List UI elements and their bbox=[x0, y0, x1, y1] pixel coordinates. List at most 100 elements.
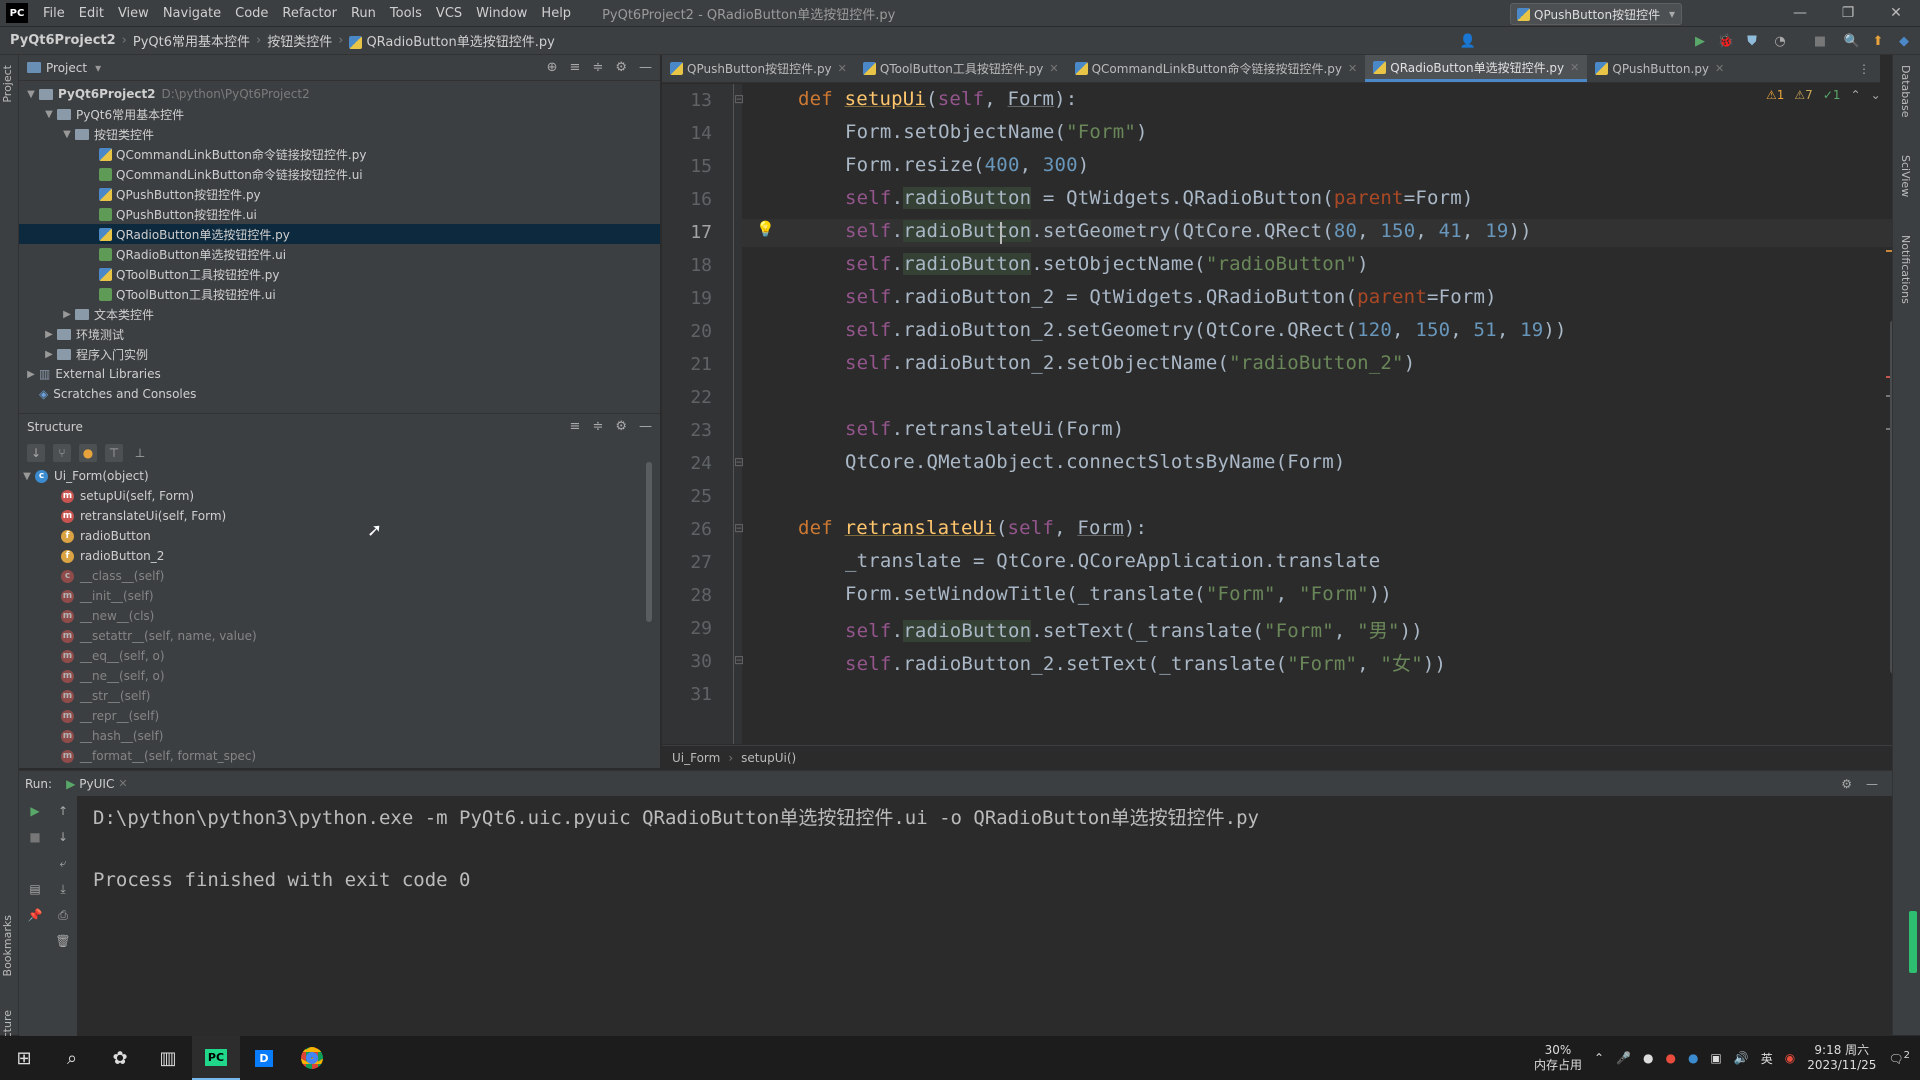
tray-app-icon[interactable]: ● bbox=[1643, 1051, 1653, 1065]
breadcrumb-folder1[interactable]: PyQt6常用基本控件 bbox=[127, 31, 256, 50]
plugin-icon[interactable]: ◆ bbox=[1896, 33, 1912, 49]
expand-all-icon[interactable]: ≡ bbox=[570, 60, 581, 75]
close-icon[interactable]: ✕ bbox=[1348, 62, 1357, 75]
gear-icon[interactable]: ⚙ bbox=[615, 60, 627, 75]
structure-member[interactable]: c __class__(self) bbox=[19, 566, 660, 586]
tray-app-icon[interactable]: ● bbox=[1688, 1051, 1698, 1065]
run-icon[interactable]: ▶ bbox=[1692, 33, 1708, 49]
search-icon[interactable]: ⌕ bbox=[48, 1036, 96, 1080]
structure-member[interactable]: m __str__(self) bbox=[19, 686, 660, 706]
structure-member[interactable]: m __setattr__(self, name, value) bbox=[19, 626, 660, 646]
menu-vcs[interactable]: VCS bbox=[429, 6, 469, 21]
menu-help[interactable]: Help bbox=[534, 6, 578, 21]
chevron-down-icon[interactable]: ⌄ bbox=[1871, 88, 1881, 102]
tree-file[interactable]: QRadioButton单选按钮控件.ui bbox=[19, 244, 660, 264]
fold-icon[interactable]: ⊟ bbox=[734, 653, 744, 667]
tree-file[interactable]: QCommandLinkButton命令链接按钮控件.py bbox=[19, 144, 660, 164]
collapse-all-icon[interactable]: ≑ bbox=[592, 419, 603, 434]
chevron-down-icon[interactable]: ▾ bbox=[95, 61, 101, 75]
tree-file[interactable]: QCommandLinkButton命令链接按钮控件.ui bbox=[19, 164, 660, 184]
breadcrumb-file[interactable]: QRadioButton单选按钮控件.py bbox=[343, 31, 560, 50]
breadcrumb-project[interactable]: PyQt6Project2 bbox=[0, 33, 122, 48]
tree-file[interactable]: QToolButton工具按钮控件.py bbox=[19, 264, 660, 284]
structure-class[interactable]: ▼ c Ui_Form(object) bbox=[19, 466, 660, 486]
breadcrumb-folder2[interactable]: 按钮类控件 bbox=[261, 31, 338, 50]
tab-qtoolbutton[interactable]: QToolButton工具按钮控件.py ✕ bbox=[855, 55, 1067, 82]
chevron-right-icon[interactable]: ▶ bbox=[23, 369, 39, 380]
run-console[interactable]: D:\python\python3\python.exe -m PyQt6.ui… bbox=[77, 796, 1892, 1036]
structure-member[interactable]: m __ne__(self, o) bbox=[19, 666, 660, 686]
menu-file[interactable]: File bbox=[36, 6, 72, 21]
tree-folder[interactable]: ▶ 环境测试 bbox=[19, 324, 660, 344]
tab-qradiobutton[interactable]: QRadioButton单选按钮控件.py ✕ bbox=[1365, 55, 1588, 82]
lightbulb-icon[interactable]: 💡 bbox=[756, 220, 775, 238]
tree-file-selected[interactable]: QRadioButton单选按钮控件.py bbox=[19, 224, 660, 244]
close-icon[interactable]: ✕ bbox=[1570, 61, 1579, 74]
database-tool-tab[interactable]: Database bbox=[1899, 65, 1912, 118]
menu-refactor[interactable]: Refactor bbox=[275, 6, 344, 21]
tree-external-libraries[interactable]: ▶ ▥ External Libraries bbox=[19, 364, 660, 384]
fold-icon[interactable]: ⊟ bbox=[734, 455, 744, 469]
close-icon[interactable]: ✕ bbox=[118, 777, 127, 790]
pycharm-taskbar-icon[interactable]: PC bbox=[192, 1036, 240, 1080]
hide-icon[interactable]: — bbox=[639, 419, 652, 434]
show-fields-icon[interactable]: ● bbox=[79, 444, 97, 462]
down-icon[interactable]: ↓ bbox=[55, 830, 71, 846]
tree-file[interactable]: QPushButton按钮控件.py bbox=[19, 184, 660, 204]
profile-icon[interactable]: ◔ bbox=[1772, 33, 1788, 49]
chevron-down-icon[interactable]: ▼ bbox=[41, 109, 57, 120]
volume-icon[interactable]: 🔊 bbox=[1734, 1051, 1749, 1065]
stop-icon[interactable]: ■ bbox=[1812, 33, 1828, 49]
windows-start-icon[interactable]: ⊞ bbox=[0, 1036, 48, 1080]
tab-qcommandlinkbutton[interactable]: QCommandLinkButton命令链接按钮控件.py ✕ bbox=[1067, 55, 1366, 82]
tab-qpushbutton[interactable]: QPushButton按钮控件.py ✕ bbox=[662, 55, 855, 82]
inspection-widget[interactable]: ⚠1 ⚠7 ✓1 ⌃ ⌄ bbox=[1766, 88, 1881, 102]
structure-member[interactable]: m __new__(cls) bbox=[19, 606, 660, 626]
structure-scrollbar[interactable] bbox=[646, 462, 652, 622]
pycharm-logo-icon[interactable]: PC bbox=[6, 3, 28, 23]
chrome-icon[interactable] bbox=[288, 1036, 336, 1080]
filter-icon[interactable]: ⊤ bbox=[105, 444, 123, 462]
scroll-end-icon[interactable]: ⤓ bbox=[55, 882, 71, 898]
close-icon[interactable]: ✕ bbox=[1715, 62, 1724, 75]
close-icon[interactable]: ✕ bbox=[838, 62, 847, 75]
stop-icon[interactable]: ■ bbox=[27, 830, 43, 846]
notifications-tool-tab[interactable]: Notifications bbox=[1899, 235, 1912, 304]
bookmarks-tool-tab[interactable]: Bookmarks bbox=[1, 915, 14, 976]
clock[interactable]: 9:18 周六 2023/11/25 bbox=[1807, 1043, 1876, 1073]
locate-icon[interactable]: ⊕ bbox=[547, 60, 558, 75]
expand-all-icon[interactable]: ≡ bbox=[570, 419, 581, 434]
print-icon[interactable]: ⎙ bbox=[55, 908, 71, 924]
project-tool-tab[interactable]: Project bbox=[1, 65, 14, 103]
close-icon[interactable]: ✕ bbox=[1049, 62, 1058, 75]
navigate-icon[interactable]: ⊥ bbox=[131, 444, 149, 462]
notepad-icon[interactable]: ▥ bbox=[144, 1036, 192, 1080]
menu-window[interactable]: Window bbox=[469, 6, 534, 21]
structure-member[interactable]: m __init__(self) bbox=[19, 586, 660, 606]
tree-folder[interactable]: ▼ 按钮类控件 bbox=[19, 124, 660, 144]
chevron-right-icon[interactable]: ▶ bbox=[59, 309, 75, 320]
app-icon[interactable]: ✿ bbox=[96, 1036, 144, 1080]
update-icon[interactable]: ⬆ bbox=[1870, 33, 1886, 49]
tree-root[interactable]: ▼ PyQt6Project2 D:\python\PyQt6Project2 bbox=[19, 84, 660, 104]
ime-indicator[interactable]: 英 bbox=[1761, 1050, 1773, 1067]
dataspell-taskbar-icon[interactable]: D bbox=[240, 1036, 288, 1080]
project-panel-title[interactable]: Project bbox=[46, 61, 87, 75]
tray-app-icon[interactable]: ◉ bbox=[1785, 1051, 1795, 1065]
menu-tools[interactable]: Tools bbox=[383, 6, 429, 21]
fold-icon[interactable]: ⊟ bbox=[734, 92, 744, 106]
chevron-down-icon[interactable]: ▼ bbox=[23, 89, 39, 100]
sort-alpha-icon[interactable]: ↓ bbox=[27, 444, 45, 462]
tree-file[interactable]: QToolButton工具按钮控件.ui bbox=[19, 284, 660, 304]
structure-member[interactable]: m __hash__(self) bbox=[19, 726, 660, 746]
sciview-tool-tab[interactable]: SciView bbox=[1899, 155, 1912, 197]
menu-edit[interactable]: Edit bbox=[72, 6, 111, 21]
menu-view[interactable]: View bbox=[111, 6, 156, 21]
gear-icon[interactable]: ⚙ bbox=[1841, 777, 1852, 791]
run-config-dropdown[interactable]: QPushButton按钮控件 ▾ bbox=[1510, 3, 1682, 25]
hide-icon[interactable]: — bbox=[1866, 777, 1878, 791]
notification-icon[interactable]: 🗨2 bbox=[1888, 1050, 1910, 1066]
breadcrumb-class[interactable]: Ui_Form bbox=[672, 751, 720, 765]
pin-icon[interactable]: 📌 bbox=[27, 908, 43, 924]
menu-code[interactable]: Code bbox=[228, 6, 275, 21]
